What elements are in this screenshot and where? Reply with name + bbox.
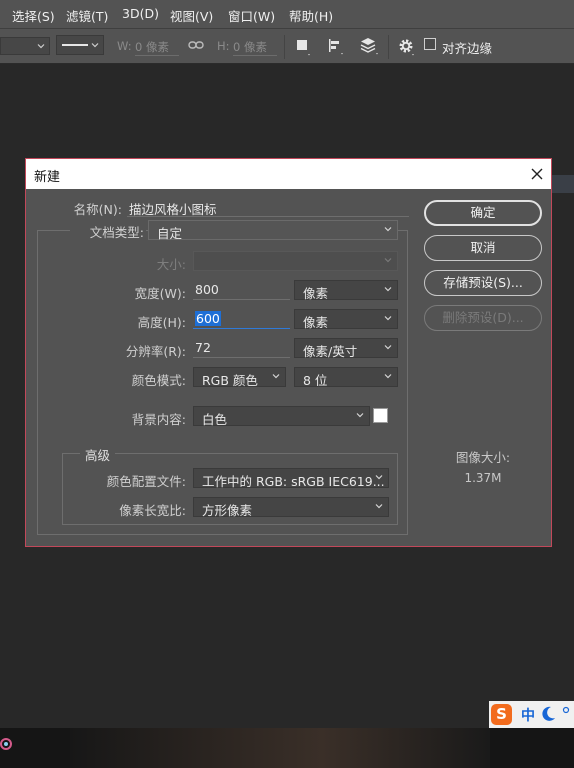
background-color-swatch[interactable] xyxy=(373,408,388,423)
ime-language-toggle[interactable]: 中 xyxy=(521,705,535,725)
divider xyxy=(388,35,389,59)
background-label: 背景内容: xyxy=(131,412,186,427)
moon-icon[interactable] xyxy=(542,706,556,726)
ime-toolbar[interactable]: S 中 xyxy=(489,701,574,728)
align-edges-label: 对齐边缘 xyxy=(442,41,493,56)
menu-bar: 选择(S) 滤镜(T) 3D(D) 视图(V) 窗口(W) 帮助(H) xyxy=(0,0,574,29)
color-profile-dropdown[interactable]: 工作中的 RGB: sRGB IEC619... xyxy=(193,468,389,489)
resolution-input[interactable]: 72 xyxy=(193,338,290,358)
color-mode-label: 颜色模式: xyxy=(131,373,186,388)
link-icon[interactable] xyxy=(188,38,204,56)
chevron-down-icon xyxy=(383,371,393,381)
height-label: H: xyxy=(217,39,230,53)
stroke-width-dropdown[interactable] xyxy=(0,37,50,55)
ok-button[interactable]: 确定 xyxy=(424,200,542,226)
chevron-down-icon xyxy=(90,39,100,54)
chevron-down-icon xyxy=(383,224,393,234)
width-unit-value: 像素 xyxy=(303,286,329,301)
pixel-aspect-value: 方形像素 xyxy=(202,503,253,518)
doc-type-dropdown[interactable]: 自定 xyxy=(148,220,398,241)
image-size-label: 图像大小: xyxy=(455,450,511,465)
advanced-label: 高级 xyxy=(80,445,116,464)
chevron-down-icon xyxy=(374,501,384,511)
options-bar: W: 0 像素 H: 0 像素 对齐边缘 xyxy=(0,29,574,64)
chevron-down-icon xyxy=(36,40,46,55)
resolution-unit-dropdown[interactable]: 像素/英寸 xyxy=(294,338,398,359)
path-alignment-icon[interactable] xyxy=(328,38,346,60)
dialog-title: 新建 xyxy=(34,170,61,185)
background-value: 白色 xyxy=(202,412,228,427)
close-icon[interactable] xyxy=(526,162,548,186)
height-unit-dropdown[interactable]: 像素 xyxy=(294,309,398,330)
app-icon[interactable] xyxy=(0,736,16,760)
menu-view[interactable]: 视图(V) xyxy=(170,6,213,25)
dialog-titlebar: 新建 xyxy=(26,159,551,189)
width-unit-dropdown[interactable]: 像素 xyxy=(294,280,398,301)
color-profile-label: 颜色配置文件: xyxy=(106,474,186,489)
name-field[interactable]: 描边风格小图标 xyxy=(127,197,409,217)
gear-icon[interactable] xyxy=(398,38,418,62)
size-dropdown xyxy=(193,251,398,271)
width-label: 宽度(W): xyxy=(134,286,186,301)
stroke-style-dropdown[interactable] xyxy=(56,35,104,55)
path-operations-icon[interactable] xyxy=(296,39,312,61)
menu-help[interactable]: 帮助(H) xyxy=(289,6,333,25)
chevron-down-icon xyxy=(383,255,393,265)
pixel-aspect-dropdown[interactable]: 方形像素 xyxy=(193,497,389,518)
bit-depth-dropdown[interactable]: 8 位 xyxy=(294,367,398,388)
menu-filter[interactable]: 滤镜(T) xyxy=(66,6,108,25)
divider xyxy=(284,35,285,59)
chevron-down-icon xyxy=(383,284,393,294)
height-label: 高度(H): xyxy=(137,315,186,330)
color-mode-dropdown[interactable]: RGB 颜色 xyxy=(193,367,286,388)
menu-3d[interactable]: 3D(D) xyxy=(122,6,159,21)
doc-type-value: 自定 xyxy=(157,226,183,241)
name-label: 名称(N): xyxy=(73,202,122,217)
chevron-down-icon xyxy=(383,342,393,352)
resolution-value: 72 xyxy=(195,340,211,355)
taskbar-glow xyxy=(70,728,490,768)
chevron-down-icon xyxy=(374,472,384,482)
height-field[interactable]: 0 像素 xyxy=(233,39,277,56)
menu-window[interactable]: 窗口(W) xyxy=(228,6,275,25)
menu-select[interactable]: 选择(S) xyxy=(12,6,55,25)
background-dropdown[interactable]: 白色 xyxy=(193,406,370,427)
image-size-value: 1.37M xyxy=(464,471,502,485)
width-input[interactable]: 800 xyxy=(193,280,290,300)
bit-depth-value: 8 位 xyxy=(303,373,328,388)
width-label: W: xyxy=(117,39,132,53)
delete-preset-button: 删除预设(D)... xyxy=(424,305,542,331)
chevron-down-icon xyxy=(355,410,365,420)
chevron-down-icon xyxy=(383,313,393,323)
doc-type-label: 文档类型: xyxy=(70,222,146,241)
resolution-unit-value: 像素/英寸 xyxy=(303,344,358,359)
save-preset-button[interactable]: 存储预设(S)... xyxy=(424,270,542,296)
color-mode-value: RGB 颜色 xyxy=(202,373,258,388)
cancel-button[interactable]: 取消 xyxy=(424,235,542,261)
height-unit-value: 像素 xyxy=(303,315,329,330)
align-edges-checkbox[interactable] xyxy=(424,38,436,50)
color-profile-value: 工作中的 RGB: sRGB IEC619... xyxy=(202,474,385,489)
sogou-logo-icon[interactable]: S xyxy=(491,704,512,725)
size-label: 大小: xyxy=(156,257,186,272)
path-arrangement-icon[interactable] xyxy=(360,37,380,61)
chevron-down-icon xyxy=(271,371,281,381)
height-selected-text: 600 xyxy=(195,311,221,326)
resolution-label: 分辨率(R): xyxy=(125,344,186,359)
width-value: 800 xyxy=(195,282,219,297)
height-value: 600 xyxy=(195,311,221,326)
punctuation-icon[interactable] xyxy=(562,705,572,720)
new-document-dialog: 新建 名称(N): 描边风格小图标 文档类型: 自定 大小: 宽度(W): 80… xyxy=(25,158,552,547)
width-field[interactable]: 0 像素 xyxy=(135,39,179,56)
name-value: 描边风格小图标 xyxy=(129,202,217,217)
height-input[interactable]: 600 xyxy=(193,309,290,329)
pixel-aspect-label: 像素长宽比: xyxy=(119,503,186,518)
line-style-preview xyxy=(62,44,88,46)
